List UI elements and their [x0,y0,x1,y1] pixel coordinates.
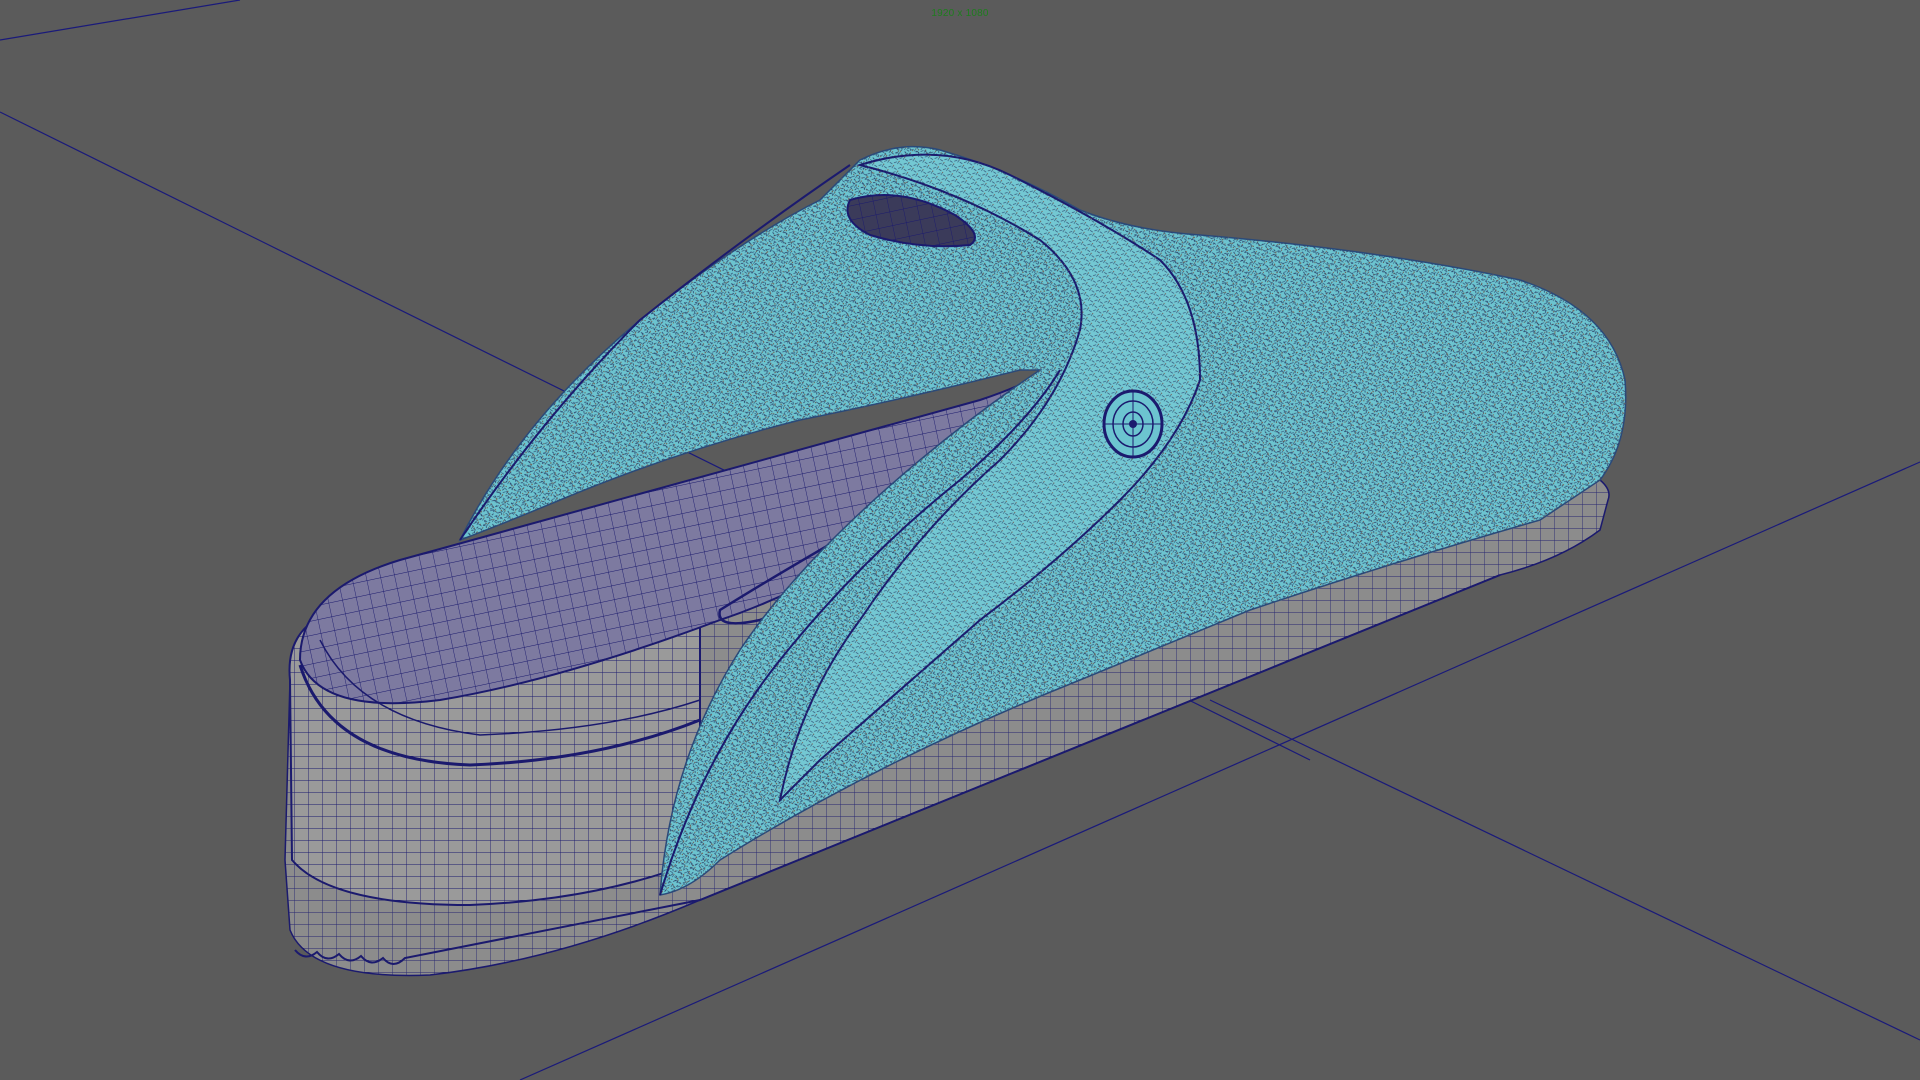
buckle-rivet-icon[interactable] [1102,389,1164,459]
viewport-canvas[interactable] [0,0,1920,1080]
maya-3d-viewport[interactable]: 1920 x 1080 [0,0,1920,1080]
clog-shoe-mesh[interactable] [284,145,1627,977]
resolution-gate-label: 1920 x 1080 [931,8,989,19]
